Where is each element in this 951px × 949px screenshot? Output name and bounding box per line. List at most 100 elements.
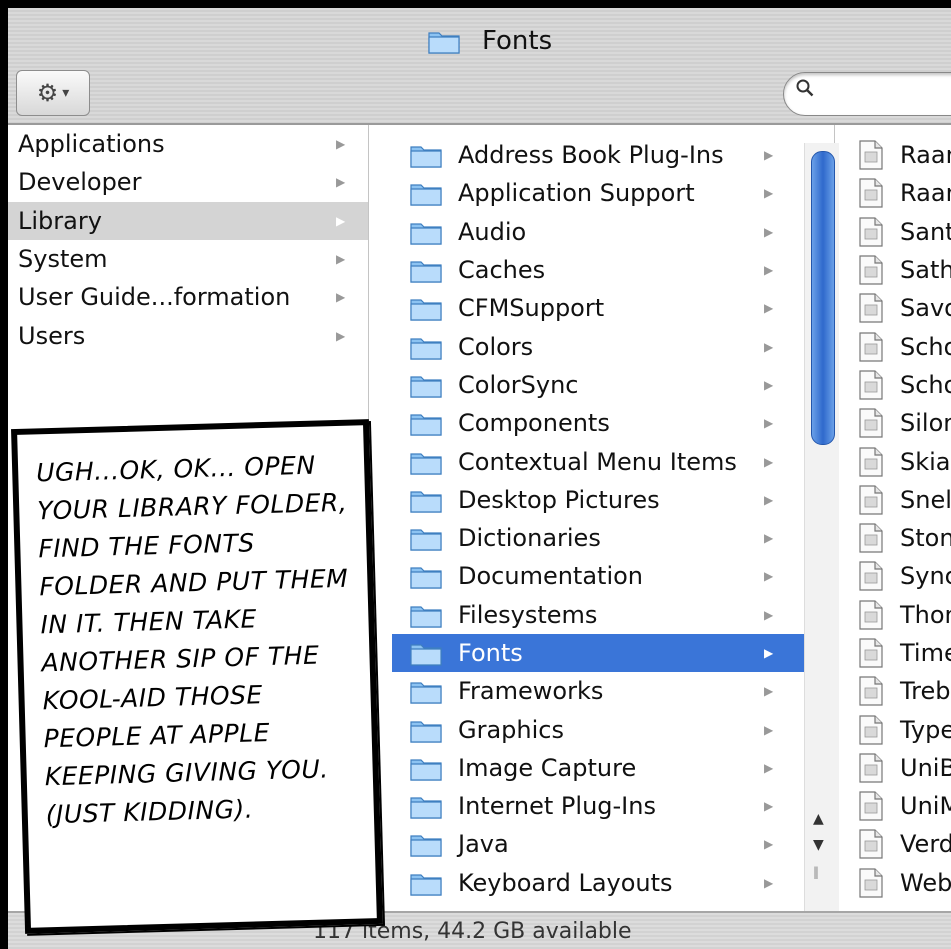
action-menu-button[interactable]: ⚙ ▾ xyxy=(16,70,90,116)
item-label: Type xyxy=(900,715,951,744)
scroll-up-arrow-icon[interactable]: ▲ xyxy=(813,811,824,827)
scroll-down-arrow-icon[interactable]: ▼ xyxy=(813,837,824,853)
disclosure-arrow-icon: ▶ xyxy=(764,301,774,316)
file-row[interactable]: Silom xyxy=(848,404,951,442)
font-file-icon xyxy=(859,217,883,247)
file-row[interactable]: Skia.d xyxy=(848,442,951,480)
folder-row[interactable]: Colors ▶ xyxy=(392,327,834,365)
folder-row[interactable]: Filesystems ▶ xyxy=(392,596,834,634)
search-field[interactable] xyxy=(783,72,951,116)
disclosure-arrow-icon: ▶ xyxy=(764,263,774,278)
folder-row[interactable]: Caches ▶ xyxy=(392,251,834,289)
item-label: Trebu xyxy=(900,677,951,706)
disclosure-arrow-icon: ▶ xyxy=(764,760,774,775)
folder-icon xyxy=(410,644,442,666)
font-file-icon xyxy=(859,255,883,285)
folder-row[interactable]: Contextual Menu Items ▶ xyxy=(392,442,834,480)
file-row[interactable]: Stone xyxy=(848,519,951,557)
item-label: Caches xyxy=(458,256,546,285)
item-label: Image Capture xyxy=(458,753,637,782)
item-label: Documentation xyxy=(458,562,644,591)
folder-icon xyxy=(410,261,442,283)
file-row[interactable]: Raan xyxy=(848,136,951,174)
font-file-icon xyxy=(859,791,883,821)
file-row[interactable]: Verda xyxy=(848,825,951,863)
folder-row[interactable]: Keyboard Layouts ▶ xyxy=(392,864,834,902)
font-file-icon xyxy=(859,293,883,323)
disclosure-arrow-icon: ▶ xyxy=(764,837,774,852)
disclosure-arrow-icon: ▶ xyxy=(764,607,774,622)
sidebar-item[interactable]: Users ▶ xyxy=(8,316,368,354)
item-label: Address Book Plug-Ins xyxy=(458,141,724,170)
item-label: User Guide...formation xyxy=(18,283,291,312)
disclosure-arrow-icon: ▶ xyxy=(764,646,774,660)
item-label: Graphics xyxy=(458,715,564,744)
item-label: Library xyxy=(18,206,102,235)
item-label: UniM xyxy=(900,792,951,821)
file-row[interactable]: Schoo xyxy=(848,366,951,404)
folder-row[interactable]: Audio ▶ xyxy=(392,213,834,251)
folder-row[interactable]: Documentation ▶ xyxy=(392,557,834,595)
file-row[interactable]: Synch xyxy=(848,557,951,595)
column-resize-handle[interactable]: ‖ xyxy=(813,865,819,879)
file-row[interactable]: Snell xyxy=(848,481,951,519)
sidebar-item[interactable]: System ▶ xyxy=(8,240,368,278)
file-row[interactable]: Time xyxy=(848,634,951,672)
folder-icon xyxy=(410,874,442,896)
folder-row[interactable]: ColorSync ▶ xyxy=(392,366,834,404)
folder-row[interactable]: Dictionaries ▶ xyxy=(392,519,834,557)
folder-row[interactable]: Frameworks ▶ xyxy=(392,672,834,710)
file-row[interactable]: Webo xyxy=(848,864,951,902)
file-row[interactable]: UniBu xyxy=(848,749,951,787)
item-label: Frameworks xyxy=(458,677,604,706)
folder-row[interactable]: Components ▶ xyxy=(392,404,834,442)
window-title-text: Fonts xyxy=(482,26,553,56)
file-row[interactable]: Type xyxy=(848,710,951,748)
folder-icon xyxy=(410,376,442,398)
sidebar-item[interactable]: User Guide...formation ▶ xyxy=(8,278,368,316)
item-label: Users xyxy=(18,321,86,350)
item-label: System xyxy=(18,245,108,274)
folder-row[interactable]: Image Capture ▶ xyxy=(392,749,834,787)
item-label: Raan xyxy=(900,179,951,208)
folder-icon xyxy=(410,338,442,360)
item-label: Contextual Menu Items xyxy=(458,447,737,476)
scrollbar-thumb[interactable] xyxy=(811,151,835,445)
sidebar-item[interactable]: Library ▶ xyxy=(8,201,368,240)
item-label: Desktop Pictures xyxy=(458,485,660,514)
item-label: Keyboard Layouts xyxy=(458,868,673,897)
folder-row[interactable]: Application Support ▶ xyxy=(392,174,834,212)
file-row[interactable]: Trebu xyxy=(848,672,951,710)
file-row[interactable]: Sathu xyxy=(848,251,951,289)
item-label: Sathu xyxy=(900,256,951,285)
folder-icon xyxy=(410,184,442,207)
vertical-scrollbar[interactable]: ▲ ▼ ‖ xyxy=(804,143,839,913)
file-row[interactable]: Schoo xyxy=(848,327,951,365)
file-row[interactable]: Savoy xyxy=(848,289,951,327)
folder-icon xyxy=(410,797,442,819)
item-label: Audio xyxy=(458,217,527,246)
disclosure-arrow-icon: ▶ xyxy=(764,875,774,890)
font-file-icon xyxy=(859,332,883,362)
folder-icon xyxy=(410,529,442,551)
sidebar-item[interactable]: Applications ▶ xyxy=(8,125,368,163)
folder-icon xyxy=(410,759,442,781)
file-row[interactable]: Thom xyxy=(848,596,951,634)
folder-icon xyxy=(410,682,442,704)
file-row[interactable]: Santa xyxy=(848,213,951,251)
folder-row[interactable]: Fonts ▶ xyxy=(392,633,834,673)
folder-row[interactable]: Internet Plug-Ins ▶ xyxy=(392,787,834,825)
folder-row[interactable]: CFMSupport ▶ xyxy=(392,289,834,327)
item-label: Raan xyxy=(900,141,951,170)
font-file-icon xyxy=(859,178,883,209)
sidebar-item[interactable]: Developer ▶ xyxy=(8,163,368,201)
file-row[interactable]: Raan xyxy=(848,174,951,212)
item-label: Fonts xyxy=(458,639,523,667)
folder-row[interactable]: Java ▶ xyxy=(392,825,834,863)
folder-row[interactable]: Address Book Plug-Ins ▶ xyxy=(392,136,834,174)
file-row[interactable]: UniM xyxy=(848,787,951,825)
font-file-icon xyxy=(859,829,883,860)
folder-row[interactable]: Desktop Pictures ▶ xyxy=(392,481,834,519)
item-label: Stone xyxy=(900,524,951,553)
folder-row[interactable]: Graphics ▶ xyxy=(392,710,834,748)
